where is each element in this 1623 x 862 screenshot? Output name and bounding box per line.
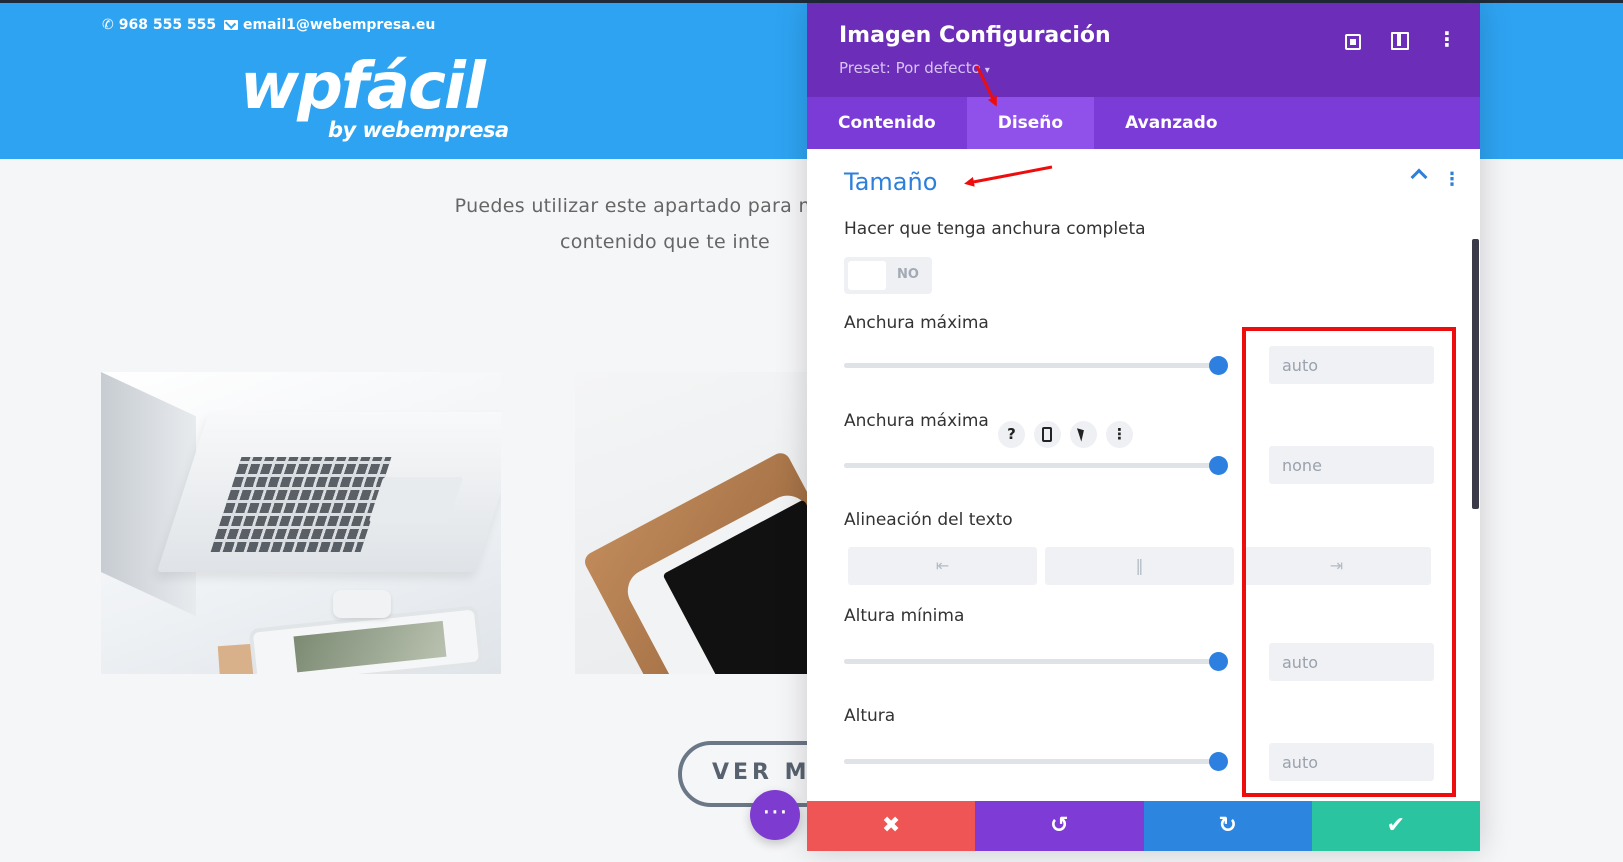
height-label: Altura <box>844 706 896 726</box>
fullwidth-toggle[interactable]: NO <box>844 257 932 294</box>
slider-fill <box>844 659 1219 664</box>
mail-icon <box>224 20 238 30</box>
email-address: email1@webempresa.eu <box>243 17 436 33</box>
modal-tabs: Contenido Diseño Avanzado <box>807 97 1480 149</box>
section-more-icon[interactable]: ⋮ <box>1443 169 1461 190</box>
close-icon: ✖ <box>881 813 901 838</box>
undo-icon: ↺ <box>1050 813 1069 838</box>
scrollbar[interactable] <box>1472 239 1479 509</box>
phone-icon[interactable] <box>1034 421 1061 448</box>
caret-down-icon: ▾ <box>984 65 990 76</box>
logo-subtext: by webempresa <box>328 118 509 142</box>
tab-contenido[interactable]: Contenido <box>807 97 967 149</box>
min-height-slider[interactable] <box>844 652 1228 671</box>
modal-footer: ✖ ↺ ↻ ✔ <box>807 801 1480 851</box>
preset-label: Preset: Por defecto <box>839 59 981 77</box>
header-email[interactable]: email1@webempresa.eu <box>224 17 435 33</box>
phone-icon: ✆ <box>102 17 114 33</box>
modal-header: Imagen Configuración Preset: Por defecto… <box>807 3 1480 97</box>
max-width-label: Anchura máxima <box>844 313 989 333</box>
text-alignment-label: Alineación del texto <box>844 510 1013 530</box>
page: ✆ 968 555 555 email1@webempresa.eu wpfác… <box>0 0 1623 862</box>
more-options-icon[interactable]: ⋮ <box>1436 29 1458 51</box>
highlight-box <box>1242 327 1456 797</box>
tab-diseno[interactable]: Diseño <box>966 97 1095 149</box>
check-icon: ✔ <box>1386 813 1406 838</box>
slider-thumb[interactable] <box>1209 652 1228 671</box>
more-icon[interactable]: ⋮ <box>1106 421 1133 448</box>
laptop-image <box>101 372 501 674</box>
max-width-slider[interactable] <box>844 356 1228 375</box>
modal-title: Imagen Configuración <box>839 23 1111 48</box>
logo-text: wpfácil <box>240 50 486 124</box>
more-icon[interactable]: ⋯ <box>750 790 800 840</box>
slider-thumb[interactable] <box>1209 752 1228 771</box>
tab-avanzado[interactable]: Avanzado <box>1094 97 1248 149</box>
max-width-label-2: Anchura máxima <box>844 411 989 431</box>
toggle-knob <box>848 261 886 290</box>
toggle-state: NO <box>897 267 919 282</box>
preset-dropdown[interactable]: Preset: Por defecto ▾ <box>839 59 990 77</box>
cursor-icon[interactable] <box>1070 421 1097 448</box>
align-center-icon[interactable]: ‖ <box>1045 547 1234 585</box>
phone-number: 968 555 555 <box>118 17 217 33</box>
min-height-label: Altura mínima <box>844 606 965 626</box>
tablet-image <box>575 372 815 674</box>
height-slider[interactable] <box>844 752 1228 771</box>
align-left-icon[interactable]: ⇤ <box>848 547 1037 585</box>
site-logo[interactable]: wpfácil by webempresa <box>240 47 530 147</box>
modal-header-actions: ⋮ <box>1340 29 1458 51</box>
slider-fill <box>844 463 1219 468</box>
responsive-icons: ? ⋮ <box>998 421 1133 448</box>
focus-mode-icon[interactable] <box>1340 29 1362 51</box>
slider-thumb[interactable] <box>1209 356 1228 375</box>
section-title[interactable]: Tamaño <box>844 168 937 196</box>
redo-icon: ↻ <box>1218 813 1237 838</box>
max-width-slider-2[interactable] <box>844 456 1228 475</box>
help-icon[interactable]: ? <box>998 421 1025 448</box>
chevron-up-icon[interactable] <box>1410 168 1428 186</box>
slider-thumb[interactable] <box>1209 456 1228 475</box>
redo-button[interactable]: ↻ <box>1143 801 1312 851</box>
fullwidth-label: Hacer que tenga anchura completa <box>844 219 1146 239</box>
slider-fill <box>844 759 1219 764</box>
header-phone[interactable]: ✆ 968 555 555 <box>102 17 216 33</box>
cancel-button[interactable]: ✖ <box>807 801 976 851</box>
slider-fill <box>844 363 1219 368</box>
save-button[interactable]: ✔ <box>1311 801 1480 851</box>
undo-button[interactable]: ↺ <box>975 801 1144 851</box>
split-view-icon[interactable] <box>1388 29 1410 51</box>
